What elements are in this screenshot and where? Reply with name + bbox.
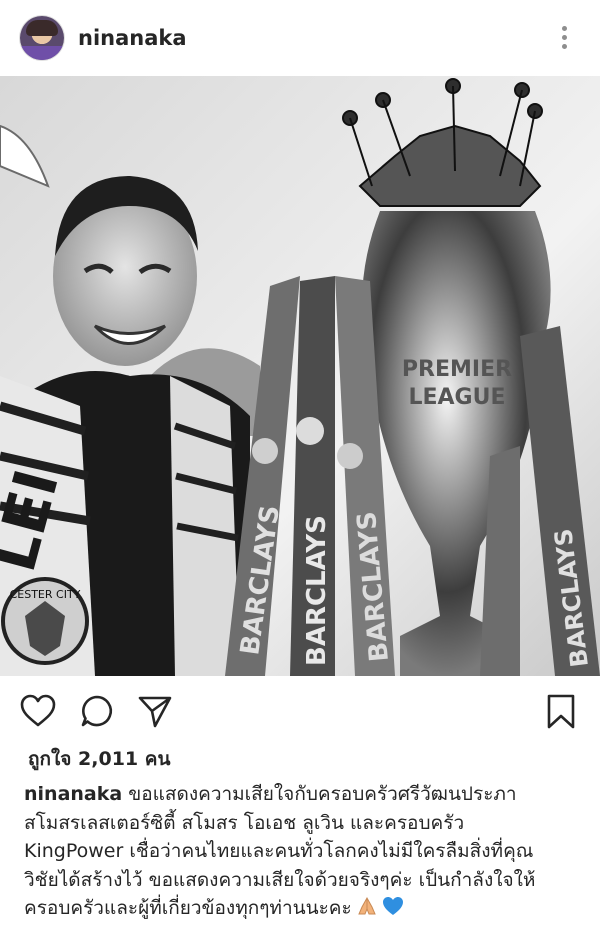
avatar[interactable] <box>20 16 64 60</box>
post-photo: LEI CESTER CITY PREMIER LEAGUE BARCLAYS … <box>0 76 600 676</box>
blue-heart-icon <box>382 895 404 926</box>
trophy-text-league: LEAGUE <box>408 385 505 410</box>
caption-username[interactable]: ninanaka <box>24 783 122 805</box>
comment-icon[interactable] <box>80 694 114 728</box>
more-options-icon[interactable] <box>558 26 570 52</box>
paper-plane-icon[interactable] <box>138 694 172 728</box>
caption: ninanaka ขอแสดงความเสียใจกับครอบครัวศรีว… <box>24 780 584 926</box>
likes-count[interactable]: ถูกใจ 2,011 คน <box>28 744 170 774</box>
post-image[interactable]: LEI CESTER CITY PREMIER LEAGUE BARCLAYS … <box>0 76 600 676</box>
badge-text: CESTER CITY <box>10 588 81 601</box>
ribbon-text-2: BARCLAYS <box>302 515 332 666</box>
post-username[interactable]: ninanaka <box>78 26 187 50</box>
folded-hands-icon <box>356 895 378 926</box>
bookmark-icon[interactable] <box>546 694 576 730</box>
trophy-text-premier: PREMIER <box>402 357 512 382</box>
heart-icon[interactable] <box>20 694 56 728</box>
post-actions <box>0 676 600 746</box>
post-header: ninanaka <box>0 0 600 76</box>
